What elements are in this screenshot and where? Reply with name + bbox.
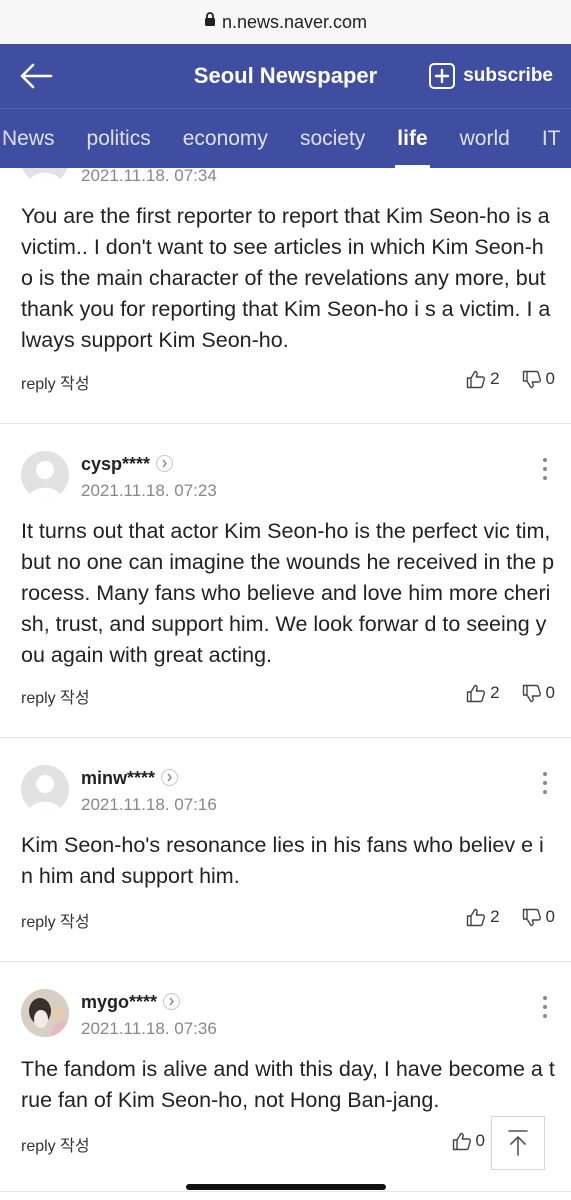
thumbs-down-icon xyxy=(522,908,541,926)
category-tabs: News politics economy society life world… xyxy=(0,108,571,168)
url-text: n.news.naver.com xyxy=(221,11,368,32)
like-button[interactable]: 2 xyxy=(466,683,500,703)
reply-button[interactable]: reply 작성 xyxy=(21,370,90,394)
reply-button[interactable]: reply 작성 xyxy=(21,1132,90,1156)
comment-date: 2021.11.18. 07:36 xyxy=(81,1019,217,1038)
thumbs-down-icon xyxy=(522,684,541,702)
comment-author[interactable]: cysp**** xyxy=(81,454,174,475)
browser-url-bar[interactable]: n.news.naver.com xyxy=(0,0,571,44)
vote-group: 2 0 xyxy=(466,907,555,927)
tab-economy[interactable]: economy xyxy=(167,109,284,168)
author-name: cysp**** xyxy=(81,454,151,474)
dislike-count: 0 xyxy=(545,907,555,926)
tab-it[interactable]: IT xyxy=(526,109,571,168)
comment-item: cysp**** 2021.11.18. 07:23 It turns out … xyxy=(0,424,571,738)
vote-group: 2 0 xyxy=(466,369,555,389)
more-options-icon[interactable] xyxy=(539,455,551,483)
avatar xyxy=(21,168,69,184)
tab-news[interactable]: News xyxy=(0,109,71,168)
comment-item: 2021.11.18. 07:34 You are the first repo… xyxy=(0,168,571,424)
comment-text: The fandom is alive and with this day, I… xyxy=(21,1057,555,1112)
more-options-icon[interactable] xyxy=(539,993,551,1021)
comment-author[interactable]: minw**** xyxy=(81,768,179,789)
comment-text: You are the first reporter to report tha… xyxy=(21,204,551,352)
like-count: 2 xyxy=(490,683,500,702)
like-count: 2 xyxy=(490,907,500,926)
plus-icon xyxy=(429,63,456,89)
author-name: mygo**** xyxy=(81,992,158,1012)
thumbs-up-icon xyxy=(452,1132,471,1150)
comment-list: 2021.11.18. 07:34 You are the first repo… xyxy=(0,168,571,1200)
comment-author[interactable]: mygo**** xyxy=(81,992,181,1013)
tab-society[interactable]: society xyxy=(284,109,381,168)
subscribe-label: subscribe xyxy=(463,65,553,86)
avatar xyxy=(21,765,69,813)
thumbs-down-icon xyxy=(522,370,541,388)
arrow-up-icon xyxy=(508,1130,528,1156)
dislike-button[interactable]: 0 xyxy=(522,683,555,703)
dislike-button[interactable]: 0 xyxy=(522,369,555,389)
thumbs-up-icon xyxy=(466,908,486,926)
subscribe-button[interactable]: subscribe xyxy=(429,60,553,92)
like-button[interactable]: 2 xyxy=(466,907,500,927)
author-name: minw**** xyxy=(81,768,156,788)
thumbs-up-icon xyxy=(466,684,486,702)
home-indicator[interactable] xyxy=(186,1184,386,1190)
scroll-to-top-button[interactable] xyxy=(491,1116,545,1170)
dislike-count: 0 xyxy=(545,369,555,388)
comment-date: 2021.11.18. 07:34 xyxy=(81,168,217,185)
back-button[interactable] xyxy=(16,58,56,94)
vote-group: 2 0 xyxy=(466,683,555,703)
comment-date: 2021.11.18. 07:16 xyxy=(81,795,217,814)
comment-item: minw**** 2021.11.18. 07:16 Kim Seon-ho's… xyxy=(0,738,571,962)
site-header: Seoul Newspaper subscribe xyxy=(0,44,571,108)
comment-text: It turns out that actor Kim Seon-ho is t… xyxy=(21,519,555,667)
chevron-right-icon xyxy=(161,769,179,786)
more-options-icon[interactable] xyxy=(539,769,551,797)
dislike-button[interactable]: 0 xyxy=(522,907,555,927)
lock-icon xyxy=(204,12,216,32)
chevron-right-icon xyxy=(156,455,174,472)
like-count: 0 xyxy=(475,1131,485,1150)
comment-item: mygo**** 2021.11.18. 07:36 The fandom is… xyxy=(0,962,571,1192)
like-button[interactable]: 2 xyxy=(466,369,500,389)
thumbs-up-icon xyxy=(466,370,486,388)
vote-group: 0 xyxy=(452,1131,485,1151)
comment-text: Kim Seon-ho's resonance lies in his fans… xyxy=(21,833,544,888)
chevron-right-icon xyxy=(163,993,181,1010)
tab-life[interactable]: life xyxy=(381,109,443,168)
tab-politics[interactable]: politics xyxy=(71,109,167,168)
dislike-count: 0 xyxy=(545,683,555,702)
tab-world[interactable]: world xyxy=(444,109,526,168)
avatar xyxy=(21,989,69,1037)
like-button[interactable]: 0 xyxy=(452,1131,485,1151)
like-count: 2 xyxy=(490,369,500,388)
reply-button[interactable]: reply 작성 xyxy=(21,684,90,708)
arrow-left-icon xyxy=(20,63,53,89)
comment-date: 2021.11.18. 07:23 xyxy=(81,481,217,500)
reply-button[interactable]: reply 작성 xyxy=(21,908,90,932)
avatar xyxy=(21,451,69,499)
